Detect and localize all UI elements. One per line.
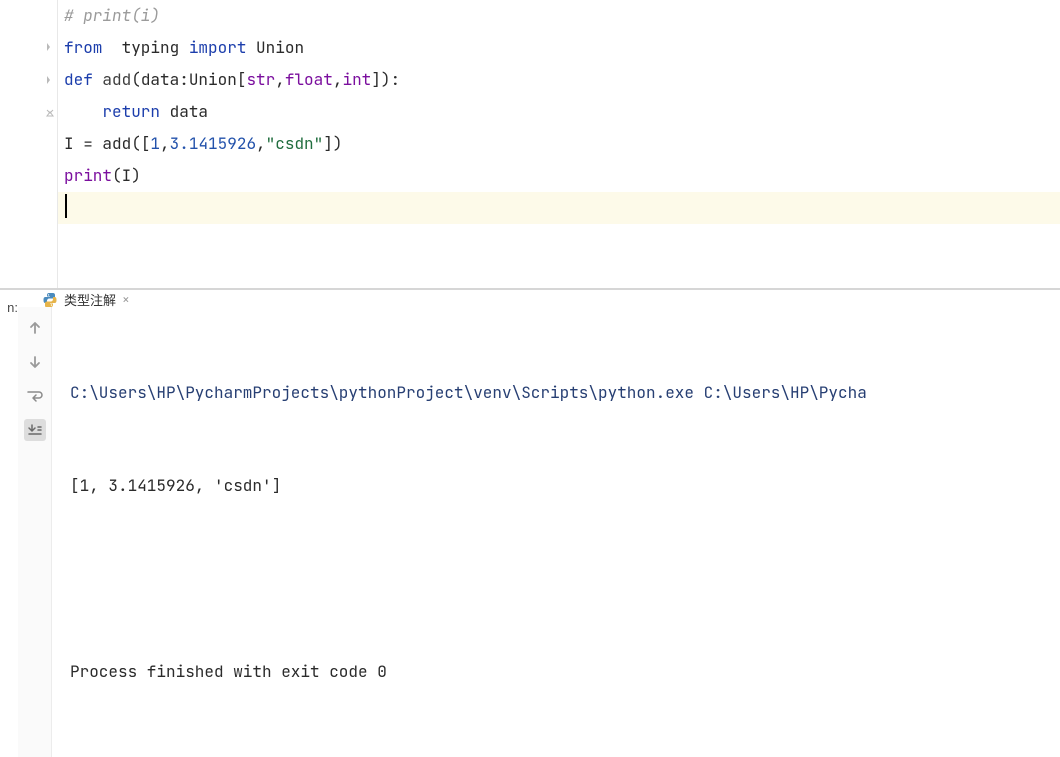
- fold-marker-icon[interactable]: [45, 75, 55, 85]
- code-line: # print(i): [64, 0, 1060, 32]
- code-line: from typing import Union: [64, 32, 1060, 64]
- run-label: n:: [0, 290, 18, 519]
- console-exit: Process finished with exit code 0: [70, 656, 1048, 687]
- current-line-highlight: [58, 192, 1060, 224]
- console-blank: [70, 563, 1048, 594]
- code-editor[interactable]: # print(i) from typing import Union def …: [0, 0, 1060, 288]
- arrow-up-icon[interactable]: [24, 317, 46, 339]
- scroll-to-end-icon[interactable]: [24, 419, 46, 441]
- arrow-down-icon[interactable]: [24, 351, 46, 373]
- close-icon[interactable]: ×: [122, 291, 130, 308]
- code-line: return data: [64, 96, 1060, 128]
- run-toolbar: [18, 307, 52, 757]
- code-pane[interactable]: # print(i) from typing import Union def …: [58, 0, 1060, 288]
- code-line: def add(data:Union[str,float,int]):: [64, 64, 1060, 96]
- fold-end-marker-icon[interactable]: [45, 107, 55, 117]
- fold-marker-icon[interactable]: [45, 42, 55, 52]
- editor-gutter: [0, 0, 58, 288]
- run-panel: n: 类型注解 ×: [0, 290, 1060, 519]
- soft-wrap-icon[interactable]: [24, 385, 46, 407]
- code-line: print(I): [64, 160, 1060, 192]
- cursor-caret: [65, 194, 67, 218]
- console-output[interactable]: C:\Users\HP\PycharmProjects\pythonProjec…: [52, 307, 1060, 757]
- code-line: I = add([1,3.1415926,"csdn"]): [64, 128, 1060, 160]
- console-stdout: [1, 3.1415926, 'csdn']: [70, 470, 1048, 501]
- console-command: C:\Users\HP\PycharmProjects\pythonProjec…: [70, 377, 1048, 408]
- python-icon: [42, 292, 58, 308]
